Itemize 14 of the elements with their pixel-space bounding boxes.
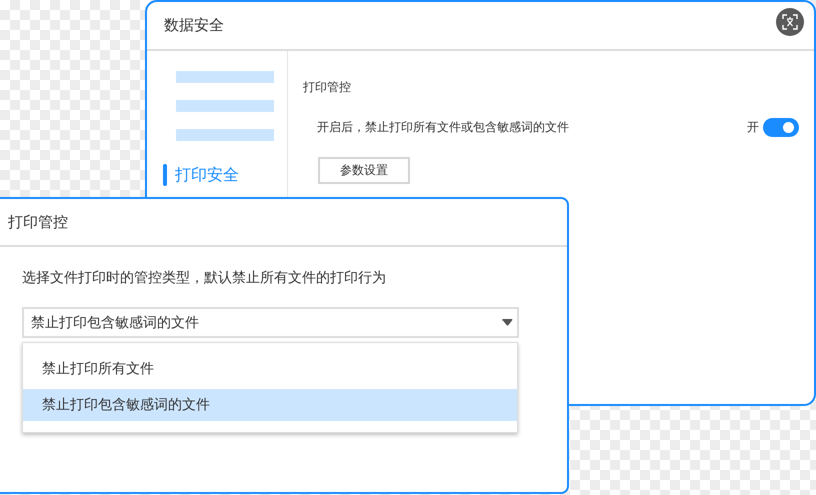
settings-button[interactable]: 参数设置 xyxy=(318,157,410,184)
description-text: 选择文件打印时的管控类型，默认禁止所有文件的打印行为 xyxy=(22,269,387,287)
description-text: 开启后，禁止打印所有文件或包含敏感词的文件 xyxy=(317,119,569,136)
toggle-label: 开 xyxy=(747,119,759,136)
dialog-title: 打印管控 xyxy=(8,212,68,232)
dropdown-option[interactable]: 禁止打印包含敏感词的文件 xyxy=(23,389,517,421)
toggle-switch[interactable] xyxy=(763,118,799,137)
select-field[interactable]: 禁止打印包含敏感词的文件 xyxy=(22,307,519,338)
window-title: 数据安全 xyxy=(164,16,224,35)
translate-icon[interactable] xyxy=(776,8,804,36)
dropdown-option[interactable]: 禁止打印所有文件 xyxy=(23,353,517,385)
section-title: 打印管控 xyxy=(303,79,352,96)
caret-icon xyxy=(502,319,513,326)
select-value: 禁止打印包含敏感词的文件 xyxy=(31,314,199,332)
